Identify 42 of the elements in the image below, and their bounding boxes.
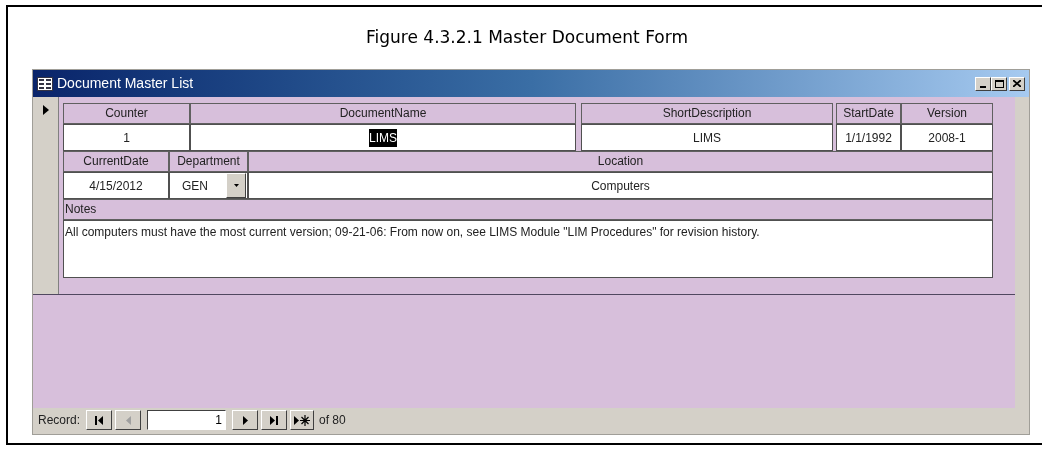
minimize-icon bbox=[980, 85, 986, 88]
maximize-icon bbox=[994, 79, 1004, 88]
field-label: Counter bbox=[63, 103, 190, 124]
record-number-field[interactable]: 1 bbox=[147, 410, 227, 430]
maximize-button[interactable] bbox=[991, 76, 1007, 91]
field-label: Location bbox=[248, 151, 993, 172]
caret-icon bbox=[233, 184, 239, 187]
field-label: CurrentDate bbox=[63, 151, 169, 172]
previous-record-icon bbox=[125, 415, 131, 425]
record-label: Record: bbox=[38, 412, 81, 429]
field-label: DocumentName bbox=[190, 103, 576, 124]
dropdown-button[interactable] bbox=[226, 173, 246, 198]
field-label: Notes bbox=[63, 199, 993, 220]
input-field[interactable]: LIMS bbox=[581, 124, 833, 151]
first-record-icon bbox=[94, 415, 104, 425]
input-field[interactable]: 2008-1 bbox=[901, 124, 993, 151]
record-count: of 80 bbox=[319, 412, 346, 429]
field-label: Version bbox=[901, 103, 993, 124]
department-dropdown[interactable]: GEN bbox=[169, 172, 248, 199]
window-title: Document Master List bbox=[57, 74, 194, 93]
new-record-icon bbox=[294, 414, 311, 426]
field-label: ShortDescription bbox=[581, 103, 833, 124]
figure-caption: Figure 4.3.2.1 Master Document Form bbox=[366, 26, 688, 50]
last-record-button[interactable] bbox=[261, 410, 288, 430]
next-record-button[interactable] bbox=[232, 410, 259, 430]
minimize-button[interactable] bbox=[975, 76, 991, 91]
input-field[interactable]: 4/15/2012 bbox=[63, 172, 169, 199]
input-field[interactable]: 1 bbox=[63, 124, 190, 151]
field-label: StartDate bbox=[836, 103, 901, 124]
current-record-icon bbox=[42, 105, 49, 115]
input-field[interactable]: LIMS bbox=[190, 124, 576, 151]
form-icon bbox=[37, 76, 53, 91]
input-field[interactable]: Computers bbox=[248, 172, 993, 199]
notes-field[interactable]: All computers must have the most current version; 09-21-06: From now on, see LIMS Module "LIM Procedures" for revision history. bbox=[63, 220, 993, 278]
first-record-button[interactable] bbox=[86, 410, 113, 430]
next-record-icon bbox=[242, 415, 248, 425]
last-record-icon bbox=[269, 415, 279, 425]
close-button[interactable] bbox=[1009, 76, 1025, 91]
close-icon bbox=[1013, 80, 1021, 87]
input-field[interactable]: 1/1/1992 bbox=[836, 124, 901, 151]
field-label: Department bbox=[169, 151, 248, 172]
new-record-button[interactable] bbox=[290, 410, 315, 430]
